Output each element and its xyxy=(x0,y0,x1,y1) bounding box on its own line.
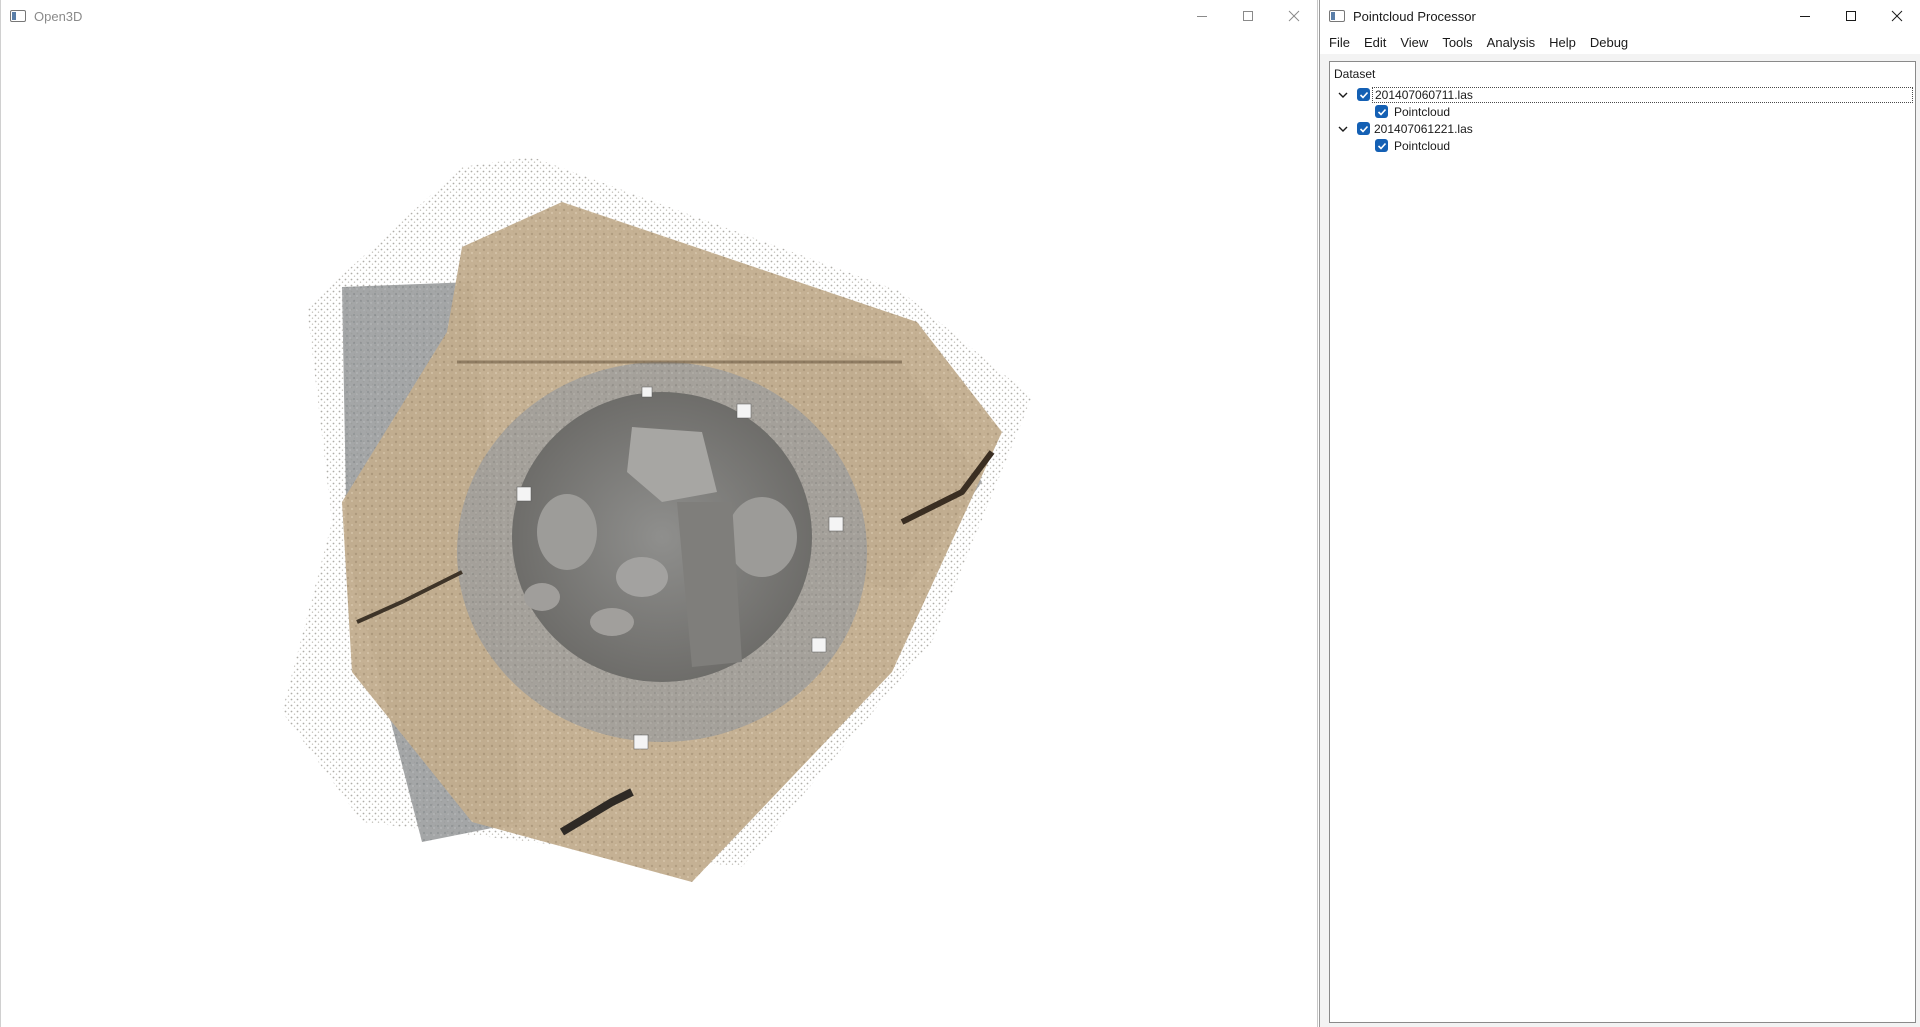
maximize-button[interactable] xyxy=(1828,0,1874,32)
pointcloud-label: Pointcloud xyxy=(1394,104,1451,119)
tree-item-dataset[interactable]: 201407060711.las xyxy=(1330,86,1915,103)
menu-analysis[interactable]: Analysis xyxy=(1480,32,1542,54)
open3d-window-title: Open3D xyxy=(34,8,83,24)
pointcloud-label: Pointcloud xyxy=(1394,138,1451,153)
tree-item-focus: 201407060711.las xyxy=(1372,86,1913,103)
menubar: File Edit View Tools Analysis Help Debug xyxy=(1320,32,1920,54)
app-window-icon xyxy=(1329,10,1345,22)
minimize-icon xyxy=(1197,16,1207,17)
chevron-down-icon[interactable] xyxy=(1337,123,1349,135)
close-button[interactable] xyxy=(1271,0,1317,32)
pcp-titlebar[interactable]: Pointcloud Processor xyxy=(1320,0,1920,32)
tree-item-pointcloud[interactable]: Pointcloud xyxy=(1330,137,1915,154)
tree-header: Dataset xyxy=(1334,67,1376,81)
open3d-titlebar[interactable]: Open3D xyxy=(1,0,1317,32)
maximize-icon xyxy=(1846,11,1856,21)
maximize-icon xyxy=(1243,11,1253,21)
dataset-label: 201407060711.las xyxy=(1375,87,1473,102)
close-button[interactable] xyxy=(1874,0,1920,32)
menu-edit[interactable]: Edit xyxy=(1357,32,1393,54)
menu-debug[interactable]: Debug xyxy=(1583,32,1635,54)
dataset-checkbox[interactable] xyxy=(1357,122,1370,135)
pointcloud-checkbox[interactable] xyxy=(1375,105,1388,118)
pcp-window-title: Pointcloud Processor xyxy=(1353,8,1476,24)
menu-file[interactable]: File xyxy=(1322,32,1357,54)
checkmark-icon xyxy=(1377,108,1386,116)
checkmark-icon xyxy=(1377,142,1386,150)
open3d-window: Open3D xyxy=(0,0,1318,1027)
dataset-label: 201407061221.las xyxy=(1374,121,1473,136)
dataset-checkbox[interactable] xyxy=(1357,88,1370,101)
close-icon xyxy=(1891,10,1903,22)
chevron-down-icon[interactable] xyxy=(1337,89,1349,101)
menu-view[interactable]: View xyxy=(1393,32,1435,54)
pointcloud-processor-window: Pointcloud Processor File Edit View Tool… xyxy=(1319,0,1920,1027)
minimize-button[interactable] xyxy=(1782,0,1828,32)
app-window-icon xyxy=(10,10,26,22)
3d-viewport[interactable] xyxy=(2,32,1317,1027)
maximize-button[interactable] xyxy=(1225,0,1271,32)
checkmark-icon xyxy=(1359,125,1368,133)
dataset-tree[interactable]: Dataset 201407060711.las Pointcloud 2014… xyxy=(1329,61,1916,1023)
close-icon xyxy=(1288,10,1300,22)
pointcloud-checkbox[interactable] xyxy=(1375,139,1388,152)
menu-help[interactable]: Help xyxy=(1542,32,1583,54)
minimize-icon xyxy=(1800,16,1810,17)
menu-tools[interactable]: Tools xyxy=(1435,32,1479,54)
tree-item-dataset[interactable]: 201407061221.las xyxy=(1330,120,1915,137)
checkmark-icon xyxy=(1359,91,1368,99)
point-cloud-render[interactable] xyxy=(2,32,1317,1027)
tree-item-pointcloud[interactable]: Pointcloud xyxy=(1330,103,1915,120)
minimize-button[interactable] xyxy=(1179,0,1225,32)
